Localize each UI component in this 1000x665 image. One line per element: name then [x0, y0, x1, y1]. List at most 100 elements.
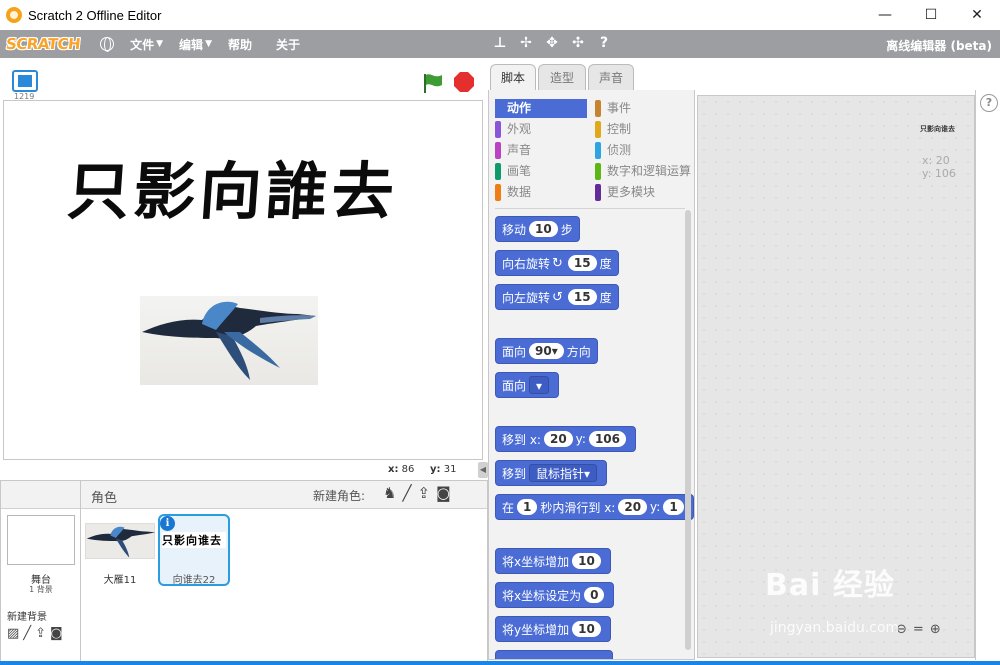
menu-file-label: 文件 — [130, 37, 155, 52]
delete-scissors-icon[interactable]: ✢ — [518, 35, 534, 51]
tab-sounds[interactable]: 声音 — [588, 64, 634, 92]
stage-header: 1219 — [0, 58, 488, 101]
menu-edit[interactable]: 编辑 ▼ — [179, 36, 212, 53]
menu-help[interactable]: 帮助 — [228, 36, 252, 53]
sprite-tile-swan[interactable]: 大雁11 — [85, 521, 157, 593]
category-operators[interactable]: 数字和逻辑运算 — [595, 162, 694, 181]
zoom-in-icon[interactable]: ⊕ — [930, 622, 941, 637]
mouse-x-label: x: — [388, 464, 399, 475]
category-data[interactable]: 数据 — [495, 183, 587, 202]
category-sensing[interactable]: 侦测 — [595, 141, 687, 160]
block-label: 将x坐标设定为 — [502, 588, 582, 603]
green-flag-icon[interactable] — [422, 72, 444, 94]
upload-icon[interactable]: ⇪ — [35, 626, 46, 641]
upload-icon[interactable]: ⇪ — [417, 484, 430, 502]
block-label: 向右旋转 — [502, 256, 551, 271]
mouse-x-readout: x: 86 — [388, 464, 414, 475]
new-backdrop-label: 新建背景 — [7, 612, 47, 623]
seconds-input[interactable]: 1 — [517, 499, 538, 515]
glide-block[interactable]: 在 1 秒内滑行到 x: 20 y: 1 — [495, 494, 694, 520]
go-to-xy-block[interactable]: 移到 x: 20 y: 106 — [495, 426, 637, 452]
sprite-position: x: 20 y: 106 — [922, 154, 956, 180]
stage-calligraphy-text: 只影向誰去 — [65, 155, 401, 228]
change-y-block[interactable]: 将y坐标增加 10 — [495, 616, 611, 642]
tab-scripts[interactable]: 脚本 — [490, 64, 536, 92]
sprite-name: 大雁11 — [103, 575, 137, 586]
x-input[interactable]: 20 — [543, 431, 573, 447]
help-icon[interactable]: ? — [980, 94, 998, 112]
block-label: 将x坐标增加 — [502, 554, 570, 569]
camera-icon[interactable]: ◙ — [436, 484, 451, 502]
category-events[interactable]: 事件 — [595, 99, 687, 118]
tab-costumes[interactable]: 造型 — [538, 64, 586, 92]
block-label: y: — [575, 432, 586, 446]
block-label: 面向 — [502, 378, 527, 393]
close-button[interactable]: ✕ — [954, 0, 1000, 30]
shrink-icon[interactable]: ✣ — [570, 35, 586, 51]
category-looks[interactable]: 外观 — [495, 120, 587, 139]
category-pen[interactable]: 画笔 — [495, 162, 587, 181]
point-towards-block[interactable]: 面向 ▾ — [495, 372, 560, 398]
palette-scrollbar[interactable] — [685, 210, 691, 650]
swan-thumbnail-image — [86, 526, 156, 558]
change-x-block[interactable]: 将x坐标增加 10 — [495, 548, 611, 574]
maximize-button[interactable]: ☐ — [908, 0, 954, 30]
swan-sprite[interactable] — [140, 296, 318, 385]
direction-dropdown[interactable]: 90▾ — [529, 343, 564, 359]
go-to-block[interactable]: 移到 鼠标指针▾ — [495, 460, 608, 486]
title-bar: Scratch 2 Offline Editor — ☐ ✕ — [0, 0, 1000, 30]
block-help-icon[interactable]: ? — [596, 35, 612, 51]
fullscreen-icon[interactable] — [12, 70, 38, 92]
sprite-library-icon[interactable]: ♞ — [383, 484, 396, 502]
minimize-button[interactable]: — — [862, 0, 908, 30]
turn-right-block[interactable]: 向右旋转 ↻ 15 度 — [495, 250, 619, 276]
block-label: y: — [650, 500, 661, 514]
target-dropdown[interactable]: 鼠标指针▾ — [529, 464, 598, 482]
chevron-down-icon: ▼ — [156, 39, 164, 49]
set-x-block[interactable]: 将x坐标设定为 0 — [495, 582, 615, 608]
grow-icon[interactable]: ✥ — [544, 35, 560, 51]
sprite-tile-text[interactable]: i 只影向谁去 向谁去22 — [158, 514, 230, 586]
rotate-clockwise-icon: ↻ — [552, 255, 563, 271]
duplicate-stamp-icon[interactable]: ⊥ — [492, 35, 508, 51]
paint-brush-icon[interactable]: ╱ — [402, 484, 411, 502]
block-label: 在 — [502, 500, 515, 515]
backdrop-library-icon[interactable]: ▨ — [7, 626, 19, 641]
category-sound[interactable]: 声音 — [495, 141, 587, 160]
info-icon[interactable]: i — [160, 516, 175, 531]
scratch-logo[interactable]: SCRATCH — [5, 35, 81, 53]
turn-left-block[interactable]: 向左旋转 ↺ 15 度 — [495, 284, 619, 310]
degrees-input[interactable]: 15 — [567, 289, 597, 305]
block-label: 移到 — [502, 466, 527, 481]
y-input[interactable]: 1 — [663, 499, 684, 515]
camera-icon[interactable]: ◙ — [50, 626, 63, 641]
category-motion[interactable]: 动作 — [495, 99, 587, 118]
x-input[interactable]: 0 — [584, 587, 605, 603]
menu-about[interactable]: 关于 — [276, 36, 300, 53]
language-globe-icon[interactable] — [100, 37, 115, 52]
set-y-block-partial[interactable] — [495, 650, 613, 659]
x-input[interactable]: 20 — [618, 499, 648, 515]
target-dropdown[interactable]: ▾ — [529, 376, 550, 394]
mouse-x-value: 86 — [401, 464, 415, 475]
menu-file[interactable]: 文件 ▼ — [130, 36, 163, 53]
stage[interactable]: 只影向誰去 — [3, 100, 483, 460]
stage-thumbnail[interactable] — [7, 515, 75, 565]
collapse-stage-arrow-icon[interactable]: ◀ — [478, 462, 488, 478]
sprite-pane: 舞台 1 背景 新建背景 ▨ ╱ ⇪ ◙ 角色 新建角色: ♞ ╱ ⇪ ◙ 大雁… — [0, 480, 488, 665]
zoom-reset-icon[interactable]: = — [913, 622, 924, 637]
x-input[interactable]: 10 — [572, 553, 601, 569]
sprite-thumbnail — [85, 523, 156, 559]
block-label: 移到 x: — [502, 432, 541, 447]
y-input[interactable]: 106 — [588, 431, 627, 447]
stop-sign-icon[interactable] — [454, 72, 474, 92]
degrees-input[interactable]: 15 — [567, 255, 597, 271]
stage-column-header — [1, 481, 80, 509]
steps-input[interactable]: 10 — [529, 221, 558, 237]
move-steps-block[interactable]: 移动 10 步 — [495, 216, 580, 242]
category-more-blocks[interactable]: 更多模块 — [595, 183, 687, 202]
point-in-direction-block[interactable]: 面向 90▾ 方向 — [495, 338, 598, 364]
y-input[interactable]: 10 — [572, 621, 601, 637]
category-control[interactable]: 控制 — [595, 120, 687, 139]
paint-brush-icon[interactable]: ╱ — [23, 626, 31, 641]
